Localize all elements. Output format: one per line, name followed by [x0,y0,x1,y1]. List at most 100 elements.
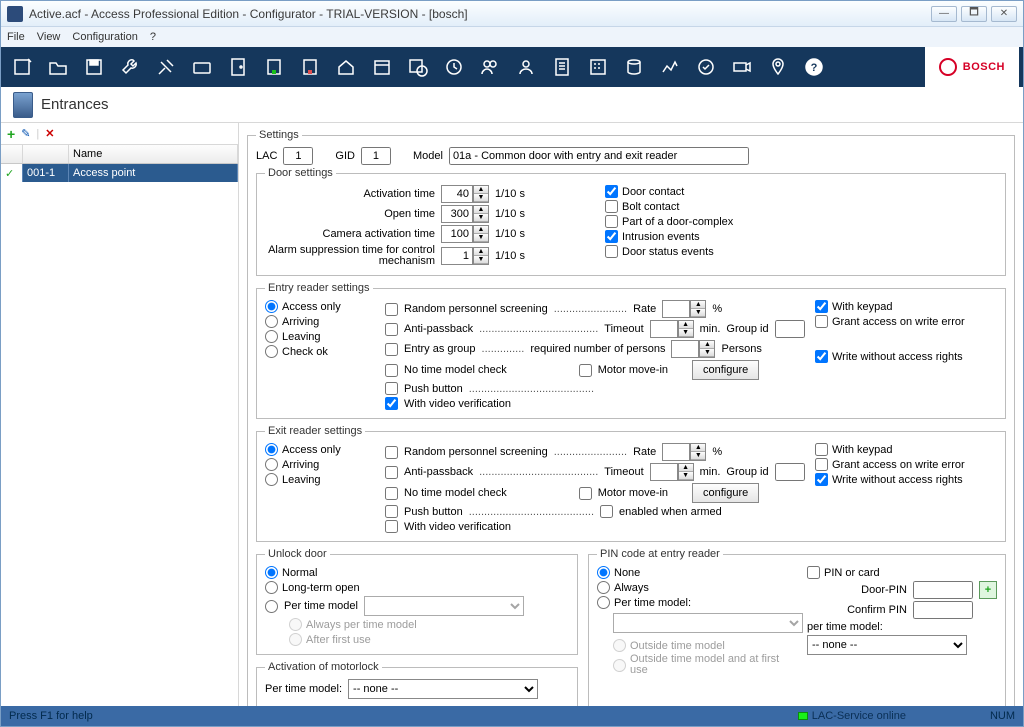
toolbar-home-icon[interactable] [329,50,363,84]
entry-access-radio[interactable] [265,300,278,313]
confirm-pin-field[interactable] [913,601,973,619]
row-check-icon: ✓ [1,164,23,182]
delete-button[interactable]: ✕ [45,127,54,140]
minimize-button[interactable]: — [931,6,957,22]
pin-outside-radio [613,639,626,652]
activation-time-field[interactable] [441,185,473,203]
entry-motor-check[interactable] [579,364,592,377]
entry-persons-field[interactable] [671,340,699,358]
toolbar-tools-icon[interactable] [149,50,183,84]
entry-push-check[interactable] [385,382,398,395]
entry-grant-check[interactable] [815,315,828,328]
entry-rate-field[interactable] [662,300,690,318]
exit-motor-check[interactable] [579,487,592,500]
exit-groupid-field[interactable] [775,463,805,481]
gid-field[interactable] [361,147,391,165]
bolt-contact-check[interactable] [605,200,618,213]
entry-timeout-field[interactable] [650,320,678,338]
exit-timeout-field[interactable] [650,463,678,481]
toolbar-calendar-icon[interactable] [365,50,399,84]
entry-configure-button[interactable]: configure [692,360,759,380]
toolbar-people2-icon[interactable] [509,50,543,84]
toolbar-data-icon[interactable] [653,50,687,84]
exit-writewo-check[interactable] [815,473,828,486]
toolbar-save-icon[interactable] [77,50,111,84]
pin-always-radio[interactable] [597,581,610,594]
unlock-door-group: Unlock door Normal Long-term open Per ti… [256,548,578,655]
exit-rate-field[interactable] [662,443,690,461]
model-field[interactable] [449,147,749,165]
pin-pertm-radio[interactable] [597,596,610,609]
exit-anti-check[interactable] [385,466,398,479]
unlock-normal-radio[interactable] [265,566,278,579]
entry-writewo-check[interactable] [815,350,828,363]
toolbar-camera-icon[interactable] [725,50,759,84]
toolbar-help-icon[interactable]: ? [797,50,831,84]
entry-groupid-field[interactable] [775,320,805,338]
exit-video-check[interactable] [385,520,398,533]
entry-notime-check[interactable] [385,364,398,377]
exit-enabledarmed-check[interactable] [600,505,613,518]
col-name[interactable]: Name [69,145,238,163]
exit-access-radio[interactable] [265,443,278,456]
exit-leaving-radio[interactable] [265,473,278,486]
menu-help[interactable]: ? [150,31,156,43]
motorlock-combo[interactable]: -- none -- [348,679,538,699]
entry-video-check[interactable] [385,397,398,410]
door-pin-field[interactable] [913,581,973,599]
toolbar-clock1-icon[interactable] [401,50,435,84]
exit-keypad-check[interactable] [815,443,828,456]
edit-button[interactable]: ✎ [21,127,30,140]
toolbar-badge-icon[interactable] [689,50,723,84]
exit-configure-button[interactable]: configure [692,483,759,503]
exit-grant-check[interactable] [815,458,828,471]
toolbar-new-icon[interactable] [5,50,39,84]
toolbar-card-icon[interactable] [185,50,219,84]
entry-leaving-radio[interactable] [265,330,278,343]
intrusion-check[interactable] [605,230,618,243]
toolbar-report-icon[interactable] [545,50,579,84]
toolbar-clock2-icon[interactable] [437,50,471,84]
entrance-grid[interactable]: Name ✓ 001-1 Access point [1,145,238,706]
exit-notime-check[interactable] [385,487,398,500]
exit-push-check[interactable] [385,505,398,518]
exit-random-check[interactable] [385,446,398,459]
toolbar-locker2-icon[interactable] [293,50,327,84]
entry-random-check[interactable] [385,303,398,316]
add-button[interactable]: + [7,126,15,142]
unlock-longterm-radio[interactable] [265,581,278,594]
toolbar-people1-icon[interactable] [473,50,507,84]
camera-activation-field[interactable] [441,225,473,243]
part-complex-check[interactable] [605,215,618,228]
door-contact-check[interactable] [605,185,618,198]
spinner-icon[interactable]: ▲▼ [473,185,489,203]
entry-arriving-radio[interactable] [265,315,278,328]
close-button[interactable]: ✕ [991,6,1017,22]
menu-configuration[interactable]: Configuration [72,31,137,43]
entry-group-check[interactable] [385,343,398,356]
maximize-button[interactable]: 🗖 [961,6,987,22]
toolbar-wrench-icon[interactable] [113,50,147,84]
lac-field[interactable] [283,147,313,165]
toolbar-location-icon[interactable] [761,50,795,84]
entry-checkok-radio[interactable] [265,345,278,358]
entry-keypad-check[interactable] [815,300,828,313]
pin-pertm-combo[interactable]: -- none -- [807,635,967,655]
toolbar-locker1-icon[interactable] [257,50,291,84]
pin-none-radio[interactable] [597,566,610,579]
unlock-pertm-radio[interactable] [265,600,278,613]
toolbar-keypad-icon[interactable] [581,50,615,84]
pin-or-card-check[interactable] [807,566,820,579]
alarm-suppression-field[interactable] [441,247,473,265]
open-time-field[interactable] [441,205,473,223]
table-row[interactable]: ✓ 001-1 Access point [1,164,238,182]
toolbar-open-icon[interactable] [41,50,75,84]
menu-view[interactable]: View [37,31,61,43]
entry-anti-check[interactable] [385,323,398,336]
add-pin-button[interactable]: + [979,581,997,599]
door-status-check[interactable] [605,245,618,258]
toolbar-db-icon[interactable] [617,50,651,84]
menu-file[interactable]: File [7,31,25,43]
exit-arriving-radio[interactable] [265,458,278,471]
toolbar-door-icon[interactable] [221,50,255,84]
